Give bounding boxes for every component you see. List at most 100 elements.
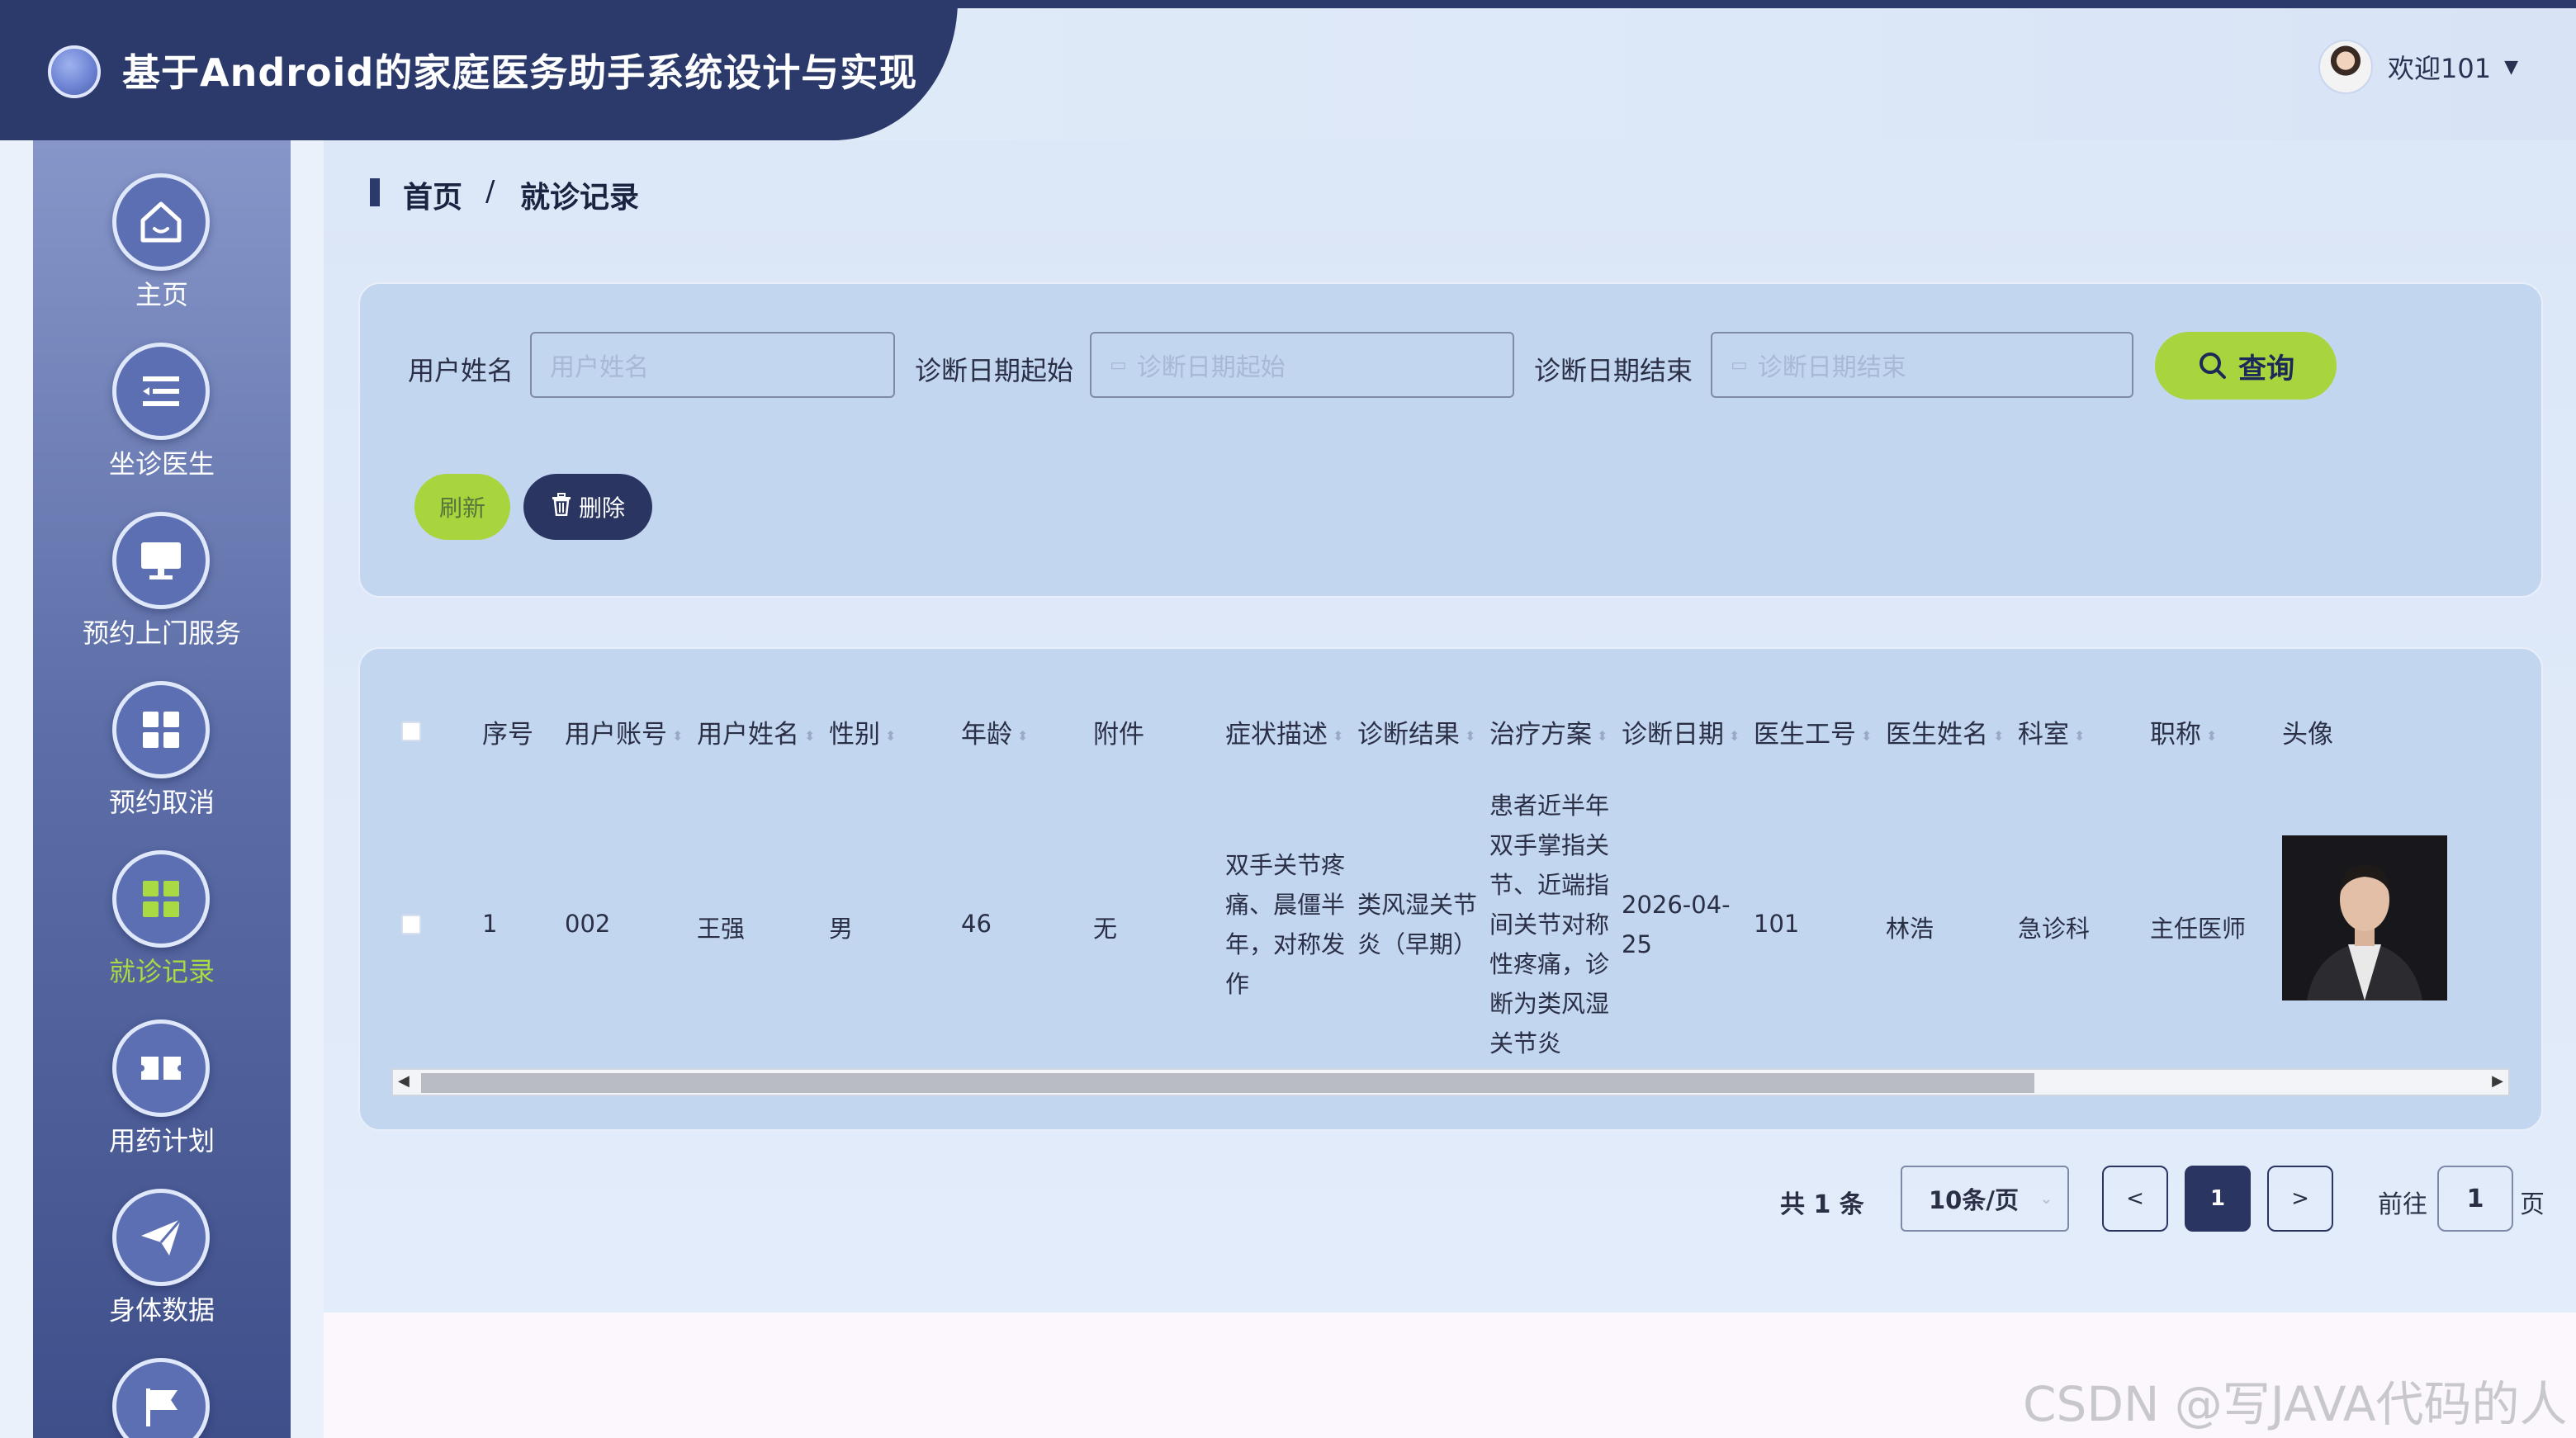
- column-header-label: 症状描述: [1225, 720, 1328, 750]
- sort-icon[interactable]: ⬍: [1333, 728, 1343, 744]
- logo-icon: [48, 45, 101, 98]
- cell-doctor-id: 101: [1754, 910, 1800, 938]
- select-all-checkbox[interactable]: [401, 721, 421, 741]
- column-header-label: 治疗方案: [1489, 720, 1592, 750]
- title-bar: 基于Android的家庭医务助手系统设计与实现: [0, 0, 958, 140]
- sidebar-item-label: 预约上门服务: [82, 617, 241, 649]
- column-header-sortable[interactable]: 医生姓名 ⬍: [1886, 713, 2004, 750]
- column-header-sortable[interactable]: 症状描述 ⬍: [1225, 713, 1343, 750]
- column-header-sortable[interactable]: 科室 ⬍: [2018, 713, 2085, 750]
- user-avatar[interactable]: [2318, 40, 2373, 94]
- sort-icon[interactable]: ⬍: [804, 728, 815, 744]
- cell-title: 主任医师: [2150, 915, 2247, 943]
- search-panel: [358, 282, 2543, 598]
- doctor-avatar[interactable]: [2282, 835, 2447, 1000]
- sidebar-item-records[interactable]: 就诊记录: [33, 817, 291, 987]
- cell-attachment: 无: [1093, 915, 1118, 943]
- sort-icon[interactable]: ⬍: [1017, 728, 1028, 744]
- prev-page-button[interactable]: <: [2102, 1166, 2168, 1232]
- user-menu[interactable]: 欢迎101 ▼: [2318, 40, 2518, 94]
- next-page-button[interactable]: >: [2267, 1166, 2333, 1232]
- row-checkbox[interactable]: [401, 915, 421, 934]
- username-input[interactable]: 用户姓名: [530, 332, 895, 398]
- breadcrumb-current: 就诊记录: [520, 181, 640, 215]
- sidebar-item-home-service[interactable]: 预约上门服务: [33, 479, 291, 649]
- sort-icon[interactable]: ⬍: [1993, 728, 2004, 744]
- cell-age: 46: [961, 910, 992, 938]
- sort-icon[interactable]: ⬍: [1729, 728, 1740, 744]
- column-header-sortable[interactable]: 诊断日期 ⬍: [1622, 713, 1740, 750]
- query-button[interactable]: 查询: [2155, 332, 2337, 400]
- sidebar-item-cancel[interactable]: 预约取消: [33, 648, 291, 818]
- send-icon: [112, 1189, 210, 1286]
- breadcrumb-marker: [370, 178, 380, 206]
- delete-button[interactable]: 删除: [523, 474, 652, 540]
- watermark: CSDN @写JAVA代码的人: [2023, 1376, 2568, 1432]
- column-header-label: 年龄: [961, 720, 1012, 750]
- cell-diagnosis: 类风湿关节炎（早期）: [1357, 891, 1478, 958]
- column-header-sortable[interactable]: 用户姓名 ⬍: [697, 713, 815, 750]
- column-header-label: 诊断结果: [1357, 720, 1460, 750]
- sort-icon[interactable]: ⬍: [1861, 728, 1872, 744]
- sort-icon[interactable]: ⬍: [2074, 728, 2085, 744]
- sidebar: 主页 坐诊医生 预约上门服务 预约取消 就诊记录 用药计划 身体数据: [33, 140, 291, 1438]
- column-header: 头像: [2282, 720, 2333, 750]
- sidebar-item-more[interactable]: [33, 1325, 291, 1438]
- home-icon: [112, 173, 210, 271]
- sidebar-item-doctors[interactable]: 坐诊医生: [33, 310, 291, 480]
- goto-page-input[interactable]: 1: [2437, 1166, 2513, 1232]
- sort-icon[interactable]: ⬍: [672, 728, 683, 744]
- cell-date: 2026-04-25: [1622, 891, 1731, 958]
- column-header-label: 医生姓名: [1886, 720, 1988, 750]
- scrollbar-thumb[interactable]: [421, 1073, 2034, 1093]
- page-size-select[interactable]: 10条/页 ⌄: [1901, 1166, 2069, 1232]
- search-icon: [2200, 352, 2226, 379]
- refresh-button-label: 刷新: [438, 494, 485, 522]
- sort-icon[interactable]: ⬍: [2206, 728, 2217, 744]
- column-header-label: 诊断日期: [1622, 720, 1724, 750]
- cell-doctor-name: 林浩: [1886, 915, 1934, 943]
- column-header-sortable[interactable]: 诊断结果 ⬍: [1357, 713, 1475, 750]
- refresh-button[interactable]: 刷新: [414, 474, 510, 540]
- sidebar-item-body-data[interactable]: 身体数据: [33, 1156, 291, 1326]
- column-header-sortable[interactable]: 治疗方案 ⬍: [1489, 713, 1608, 750]
- sidebar-item-label: 就诊记录: [108, 956, 215, 987]
- cell-treatment: 患者近半年双手掌指关节、近端指间关节对称性疼痛，诊断为类风湿关节炎: [1489, 792, 1610, 1057]
- username-label: 用户姓名: [408, 355, 514, 386]
- chevron-down-icon: ⌄: [2039, 1190, 2053, 1208]
- page-suffix: 页: [2520, 1190, 2545, 1219]
- date-end-input[interactable]: ▭ 诊断日期结束: [1711, 332, 2133, 398]
- sort-icon[interactable]: ⬍: [1597, 728, 1608, 744]
- cell-name: 王强: [697, 915, 746, 943]
- sidebar-item-medication[interactable]: 用药计划: [33, 986, 291, 1157]
- scroll-right-icon[interactable]: ▶: [2492, 1072, 2503, 1090]
- sidebar-item-home[interactable]: 主页: [33, 140, 291, 310]
- sidebar-item-label: 用药计划: [108, 1125, 215, 1157]
- column-header-label: 用户姓名: [697, 720, 799, 750]
- table-horizontal-scrollbar[interactable]: ◀ ▶: [391, 1068, 2510, 1096]
- calendar-icon: ▭: [1731, 354, 1748, 376]
- column-header-sortable[interactable]: 职称 ⬍: [2150, 713, 2217, 750]
- chevron-down-icon[interactable]: ▼: [2504, 57, 2518, 78]
- date-start-placeholder: 诊断日期起始: [1136, 353, 1286, 382]
- username-placeholder: 用户姓名: [550, 353, 649, 382]
- grid-icon: [112, 681, 210, 778]
- column-header-sortable[interactable]: 医生工号 ⬍: [1754, 713, 1872, 750]
- goto-label: 前往: [2378, 1190, 2427, 1219]
- column-header-sortable[interactable]: 用户账号 ⬍: [565, 713, 683, 750]
- column-header-sortable[interactable]: 年龄 ⬍: [961, 713, 1028, 750]
- column-header-sortable[interactable]: 性别 ⬍: [829, 713, 896, 750]
- page-number-button[interactable]: 1: [2185, 1166, 2251, 1232]
- calendar-icon: ▭: [1110, 354, 1127, 376]
- ticket-icon: [112, 1019, 210, 1117]
- sort-icon[interactable]: ⬍: [1465, 728, 1475, 744]
- breadcrumb-home[interactable]: 首页: [403, 173, 462, 216]
- sidebar-item-label: 主页: [135, 279, 188, 310]
- welcome-text[interactable]: 欢迎101: [2388, 48, 2491, 86]
- scroll-left-icon[interactable]: ◀: [398, 1072, 410, 1090]
- sort-icon[interactable]: ⬍: [885, 728, 896, 744]
- date-start-label: 诊断日期起始: [915, 355, 1074, 386]
- date-start-input[interactable]: ▭ 诊断日期起始: [1090, 332, 1514, 398]
- cell-symptom: 双手关节疼痛、晨僵半年，对称发作: [1225, 851, 1346, 998]
- monitor-icon: [112, 512, 210, 609]
